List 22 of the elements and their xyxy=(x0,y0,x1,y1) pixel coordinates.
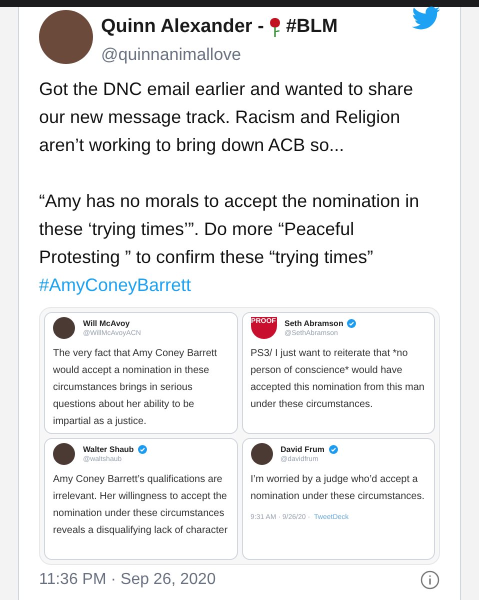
bird-logo-icon xyxy=(412,4,440,32)
embedded-author-name: Walter Shaub xyxy=(83,444,134,454)
embedded-tweet-text: I’m worried by a judge who’d accept a nomination under these circumstances. xyxy=(250,473,426,504)
author-tag: #BLM xyxy=(286,13,338,42)
author-handle: @quinnanimallove xyxy=(101,44,242,66)
embedded-author-name: Seth Abramson xyxy=(284,318,344,328)
tweet-text: “Amy has no morals to accept the nomination in these ‘trying times’”. Do more “Peaceful Protesting ” to confirm these “trying times” #AmyConeyBarrett xyxy=(39,190,420,297)
hashtag-link[interactable]: #AmyConeyBarrett xyxy=(39,275,192,295)
embedded-author-name: David Frum xyxy=(280,444,325,454)
tweet-text: Got the DNC email earlier and wanted to share our new message track. Racism and Religion aren’t working to bring down ACB so... xyxy=(39,78,414,157)
avatar xyxy=(53,317,75,339)
avatar xyxy=(250,443,272,465)
embedded-tweet-text: Amy Coney Barrett’s qualifications are irrelevant. Her willingness to accept the nomination under these circumstances reveals a disqualifying lack of character xyxy=(53,473,228,538)
info-icon[interactable] xyxy=(420,570,440,590)
avatar xyxy=(53,443,75,465)
embedded-tweet-text: PS3/ I just want to reiterate that *no person of conscience* would have accepted this nomination from this man under these circumstances. xyxy=(250,347,426,412)
rose-icon xyxy=(268,16,282,38)
author-name: Quinn Alexander - xyxy=(101,15,264,39)
avatar xyxy=(39,10,93,64)
embedded-tweet-text: The very fact that Amy Coney Barrett would accept a nomination in these circumstances brings in serious questions about her ability to be impartial as a justice. xyxy=(53,347,218,429)
embedded-author-name: Will McAvoy xyxy=(83,318,130,328)
timestamp: 11:36 PM · Sep 26, 2020 xyxy=(39,570,216,590)
